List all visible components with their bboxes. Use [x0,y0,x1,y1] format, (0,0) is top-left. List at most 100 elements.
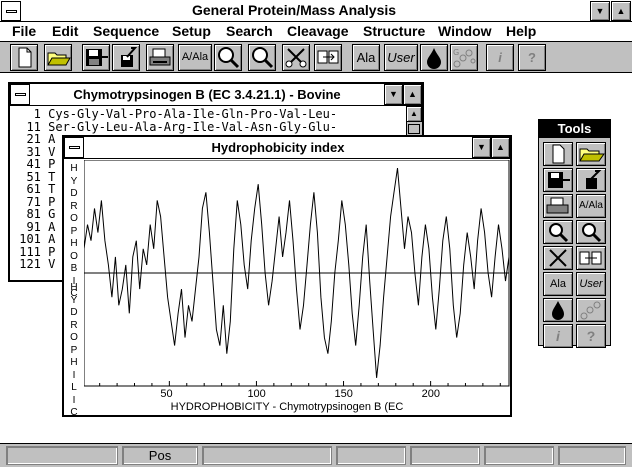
tools-glycan-chain-icon [580,301,601,320]
status-pos-label: Pos [122,446,198,465]
tools-print-button[interactable] [543,194,573,218]
open-folder-button[interactable] [44,44,72,71]
menu-structure[interactable]: Structure [363,23,425,39]
tools-drop-button[interactable] [543,298,573,322]
magnifier-icon [218,47,240,69]
tools-help-button[interactable]: ? [576,324,606,348]
tools-zoom-button[interactable] [543,220,573,244]
amino-ala-button[interactable]: A/Ala [178,44,212,71]
tools-info-button[interactable]: i [543,324,573,348]
glycosylation-button[interactable]: G [450,44,478,71]
tools-fragment-button[interactable] [576,246,606,270]
y-axis-letter: B [70,263,78,274]
open-folder-icon [47,52,71,66]
tools-cleave-button[interactable] [543,246,573,270]
sequence-system-menu-icon[interactable] [10,84,30,105]
drop-button[interactable] [420,44,448,71]
tools-scissors-icon [549,249,567,267]
sequence-maximize-button[interactable]: ▲ [403,84,422,105]
tools-palette[interactable]: Tools A/Ala Ala User i ? [538,119,611,348]
minimize-button[interactable]: ▼ [590,1,610,21]
tools-amino-ala-button[interactable]: A/Ala [576,194,606,218]
hydrophobicity-plot [84,160,510,387]
sequence-window-title-bar[interactable]: Chymotrypsinogen B (EC 3.4.21.1) - Bovin… [10,84,422,106]
zoom-search-button[interactable] [214,44,242,71]
hydrophobicity-window-title-bar[interactable]: Hydrophobicity index ▼ ▲ [64,137,510,159]
hydrophobicity-window[interactable]: Hydrophobicity index ▼ ▲ HYDROPHOBIC HYD… [62,135,512,418]
toolbar: A/Ala Ala User G i ? [0,42,632,73]
x-tick-label: 200 [421,388,440,400]
menu-setup[interactable]: Setup [172,23,211,39]
print-button[interactable] [146,44,174,71]
menu-search[interactable]: Search [226,23,273,39]
menu-sequence[interactable]: Sequence [93,23,159,39]
tools-floppy-disk-icon [548,172,570,188]
tools-amino-3letter-button[interactable]: Ala [543,272,573,296]
menu-file[interactable]: File [12,23,36,39]
new-file-button[interactable] [10,44,38,71]
hydro-maximize-button[interactable]: ▲ [491,137,510,158]
y-axis-letter: I [72,369,76,381]
y-axis-letter: P [70,344,78,356]
amino-3letter-button[interactable]: Ala [352,44,380,71]
x-tick-label: 150 [334,388,353,400]
status-panel-4 [336,446,406,465]
cleave-button[interactable] [282,44,310,71]
menu-cleavage[interactable]: Cleavage [287,23,348,39]
info-button[interactable]: i [486,44,514,71]
sequence-minimize-button[interactable]: ▼ [384,84,403,105]
tools-disk-pencil-icon [586,170,602,189]
y-axis-letter: Y [70,294,78,306]
y-axis-letter: O [70,332,78,343]
app-title-bar[interactable]: General Protein/Mass Analysis ▼ ▲ [0,0,632,22]
sequence-line: 11 Ser-Gly-Leu-Ala-Arg-Ile-Val-Asn-Gly-G… [12,119,338,134]
y-axis-letter: H [70,163,78,174]
x-tick-label: 50 [160,388,173,400]
hydro-minimize-button[interactable]: ▼ [472,137,491,158]
save-disk-button[interactable] [82,44,110,71]
status-panel-5 [410,446,480,465]
y-axis-letter: D [70,188,78,199]
y-axis-letter: O [70,213,78,224]
hydro-system-menu-icon[interactable] [64,137,84,158]
fragment-button[interactable] [314,44,342,71]
tools-search-button[interactable] [576,220,606,244]
y-axis-letter: H [70,357,78,368]
tools-save-disk-button[interactable] [543,168,573,192]
tools-new-file-icon [552,144,565,164]
y-axis-letter: R [70,200,78,212]
tools-glycosylation-button[interactable] [576,298,606,322]
y-axis-letter: R [70,319,78,331]
menu-window[interactable]: Window [438,23,492,39]
scroll-up-arrow-icon[interactable]: ▲ [406,106,422,122]
svg-text:G: G [453,48,459,57]
water-drop-icon [427,48,441,69]
tools-palette-title: Tools [539,120,610,138]
floppy-disk-icon [86,49,108,66]
printer-icon [149,48,171,66]
menu-help[interactable]: Help [506,23,536,39]
search-icon [252,47,274,69]
tools-new-file-button[interactable] [543,142,573,166]
new-file-icon [18,47,32,68]
help-button[interactable]: ? [518,44,546,71]
sequence-line: 121 V [12,257,56,271]
maximize-button[interactable]: ▲ [611,1,631,21]
status-panel-1 [6,446,118,465]
user-defined-button[interactable]: User [384,44,418,71]
menu-edit[interactable]: Edit [52,23,78,39]
x-tick-label: 100 [247,388,266,400]
tools-open-folder-button[interactable] [576,142,606,166]
search-button[interactable] [248,44,276,71]
tools-edit-disk-button[interactable] [576,168,606,192]
tools-user-defined-button[interactable]: User [576,272,606,296]
y-axis-letter: L [71,382,77,393]
status-panel-6 [484,446,554,465]
tools-printer-icon [546,197,569,214]
tools-magnifier-icon [549,223,569,243]
edit-disk-button[interactable] [112,44,140,71]
tools-water-drop-icon [552,301,564,320]
scroll-thumb[interactable] [408,124,420,134]
glycan-chain-icon: G [453,48,476,68]
sequence-window-title: Chymotrypsinogen B (EC 3.4.21.1) - Bovin… [73,87,341,102]
